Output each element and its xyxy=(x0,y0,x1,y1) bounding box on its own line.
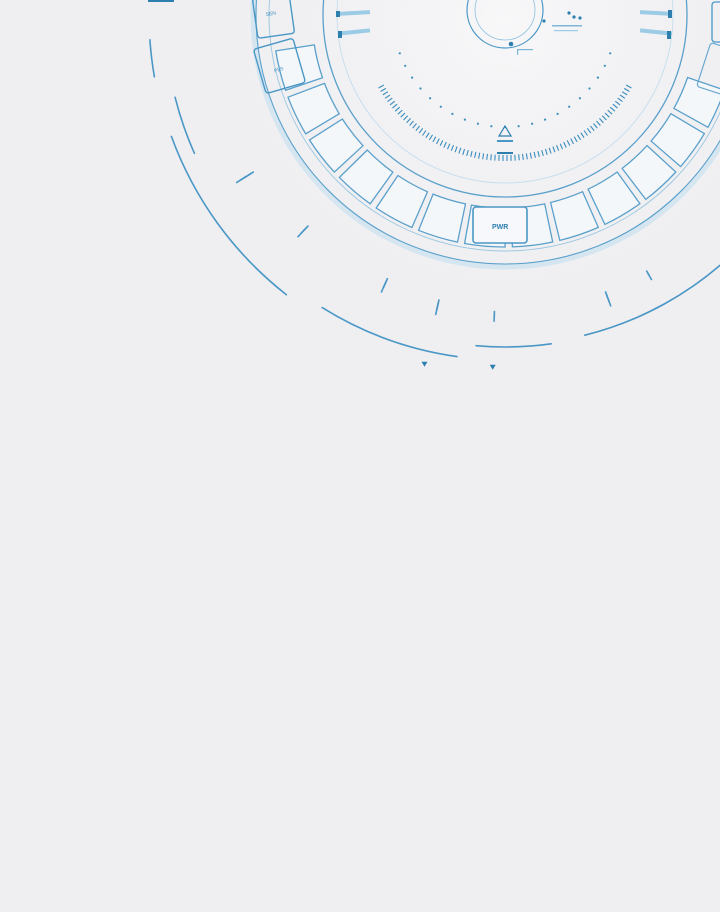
hud-dot xyxy=(463,118,466,121)
power-button[interactable]: PWR xyxy=(472,206,528,244)
hud-marker-triangle xyxy=(489,364,496,370)
hud-dot xyxy=(588,87,591,90)
hud-dot xyxy=(490,125,493,128)
hud-dot xyxy=(429,97,432,100)
hud-tick xyxy=(490,154,492,161)
hud-dot xyxy=(544,118,547,121)
hud-dot xyxy=(411,76,414,79)
hud-dot xyxy=(578,97,582,100)
hud-circular-interface: SEN PLS PWR xyxy=(148,0,720,370)
hud-graphic: SEN PLS PWR xyxy=(0,0,720,912)
hud-tick xyxy=(518,154,520,161)
hud-dot xyxy=(517,125,520,128)
hud-core-dot xyxy=(508,41,514,47)
hud-dot xyxy=(568,105,571,108)
hud-dot xyxy=(596,76,600,79)
hud-marker-triangle xyxy=(421,361,428,367)
hud-dot xyxy=(603,64,606,67)
hud-dot xyxy=(609,52,612,55)
hud-micro-bar xyxy=(493,313,496,322)
hud-dot xyxy=(556,112,559,115)
hud-outer-arc xyxy=(149,39,156,78)
hud-dot xyxy=(439,105,442,108)
hud-status-chip xyxy=(148,0,174,2)
hud-dot xyxy=(451,112,454,115)
hud-dot xyxy=(398,52,401,55)
hud-dot xyxy=(404,64,407,67)
hud-dot xyxy=(419,87,422,90)
hud-dot xyxy=(476,122,479,125)
hud-dot xyxy=(531,122,534,125)
power-button-label: PWR xyxy=(492,224,508,231)
